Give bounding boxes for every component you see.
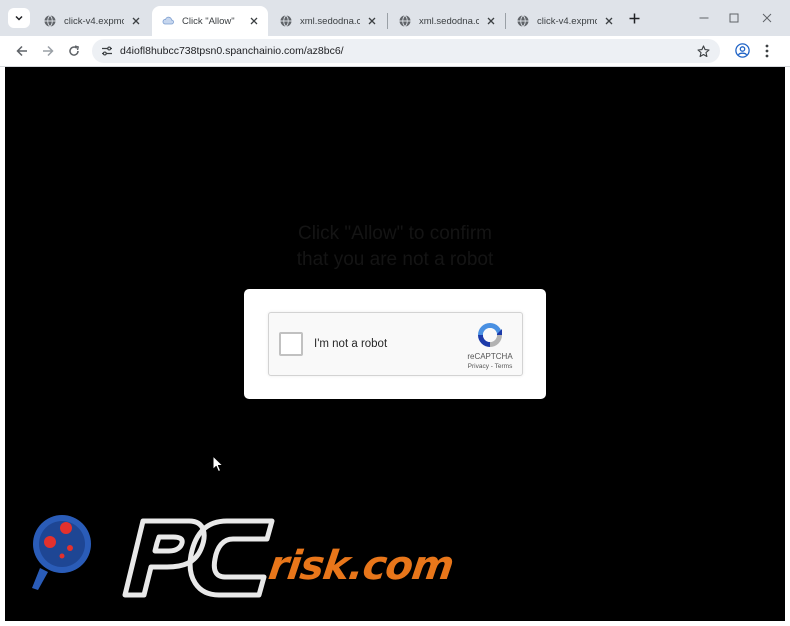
site-settings-icon[interactable] (100, 44, 114, 58)
close-icon[interactable] (603, 15, 615, 27)
browser-toolbar: d4iofl8hubcc738tpsn0.spanchainio.com/az8… (0, 36, 790, 66)
tab-click-allow[interactable]: Click "Allow" (152, 6, 268, 36)
address-bar[interactable]: d4iofl8hubcc738tpsn0.spanchainio.com/az8… (92, 39, 720, 63)
arrow-left-icon (16, 45, 27, 57)
mouse-cursor-icon (212, 455, 224, 473)
close-window-button[interactable] (759, 10, 775, 26)
recaptcha-widget: I'm not a robot reCAPTCHA Privacy - Term… (268, 312, 523, 376)
watermark-text: risk.com (265, 543, 457, 589)
cloud-icon (162, 15, 174, 27)
tab-click-v4-2[interactable]: click-v4.expmclc (507, 6, 623, 36)
minimize-icon (699, 17, 709, 19)
profile-button[interactable] (734, 42, 750, 58)
privacy-terms-links[interactable]: Privacy - Terms (455, 363, 525, 370)
captcha-card: I'm not a robot reCAPTCHA Privacy - Term… (244, 289, 546, 399)
globe-icon (280, 15, 292, 27)
url-text[interactable]: d4iofl8hubcc738tpsn0.spanchainio.com/az8… (120, 45, 344, 57)
tab-title: click-v4.expmclc (537, 15, 597, 27)
forward-button[interactable] (39, 42, 57, 60)
close-icon (762, 13, 772, 23)
recaptcha-brand: reCAPTCHA (467, 352, 513, 361)
tab-title: Click "Allow" (182, 15, 235, 27)
globe-icon (517, 15, 529, 27)
back-button[interactable] (13, 42, 31, 60)
account-icon (734, 42, 750, 58)
close-icon[interactable] (366, 15, 378, 27)
arrow-right-icon (43, 45, 54, 57)
not-a-robot-checkbox[interactable] (279, 332, 303, 356)
chevron-down-icon (15, 15, 23, 21)
reload-button[interactable] (65, 42, 83, 60)
maximize-button[interactable] (726, 10, 742, 26)
tab-click-v4-1[interactable]: click-v4.expmclc (34, 6, 150, 36)
close-icon[interactable] (130, 15, 142, 27)
window-border (785, 67, 790, 626)
page-viewport: Click "Allow" to confirm that you are no… (5, 67, 785, 621)
captcha-label: I'm not a robot (314, 338, 388, 350)
tab-title: xml.sedodna.com (300, 15, 360, 27)
recaptcha-logo-icon (478, 323, 502, 347)
more-vert-icon (765, 44, 769, 58)
close-icon[interactable] (248, 15, 260, 27)
minimize-button[interactable] (696, 10, 712, 26)
reload-icon (69, 45, 80, 56)
tab-xml-sedodna-1[interactable]: xml.sedodna.com (270, 6, 386, 36)
page-headline: Click "Allow" to confirm that you are no… (223, 221, 567, 273)
pc-letters-logo (122, 518, 275, 598)
new-tab-button[interactable] (626, 10, 642, 26)
tab-title: xml.sedodna.com (419, 15, 479, 27)
close-icon[interactable] (485, 15, 497, 27)
magnifier-logo-icon (32, 515, 91, 590)
maximize-icon (729, 13, 739, 23)
globe-icon (399, 15, 411, 27)
tab-strip: click-v4.expmclc Click "Allow" xml.sedod… (0, 0, 790, 36)
plus-icon (629, 13, 639, 23)
headline-line-1: Click "Allow" to confirm (297, 223, 493, 244)
tab-separator (387, 13, 388, 29)
tab-xml-sedodna-2[interactable]: xml.sedodna.com (389, 6, 505, 36)
headline-line-2: that you are not a robot (296, 249, 494, 270)
window-border (0, 621, 790, 626)
browser-menu-button[interactable] (760, 42, 774, 60)
tab-title: click-v4.expmclc (64, 15, 124, 27)
tab-separator (505, 13, 506, 29)
bookmark-star-icon[interactable] (696, 44, 710, 58)
tab-search-button[interactable] (8, 8, 30, 28)
globe-icon (44, 15, 56, 27)
